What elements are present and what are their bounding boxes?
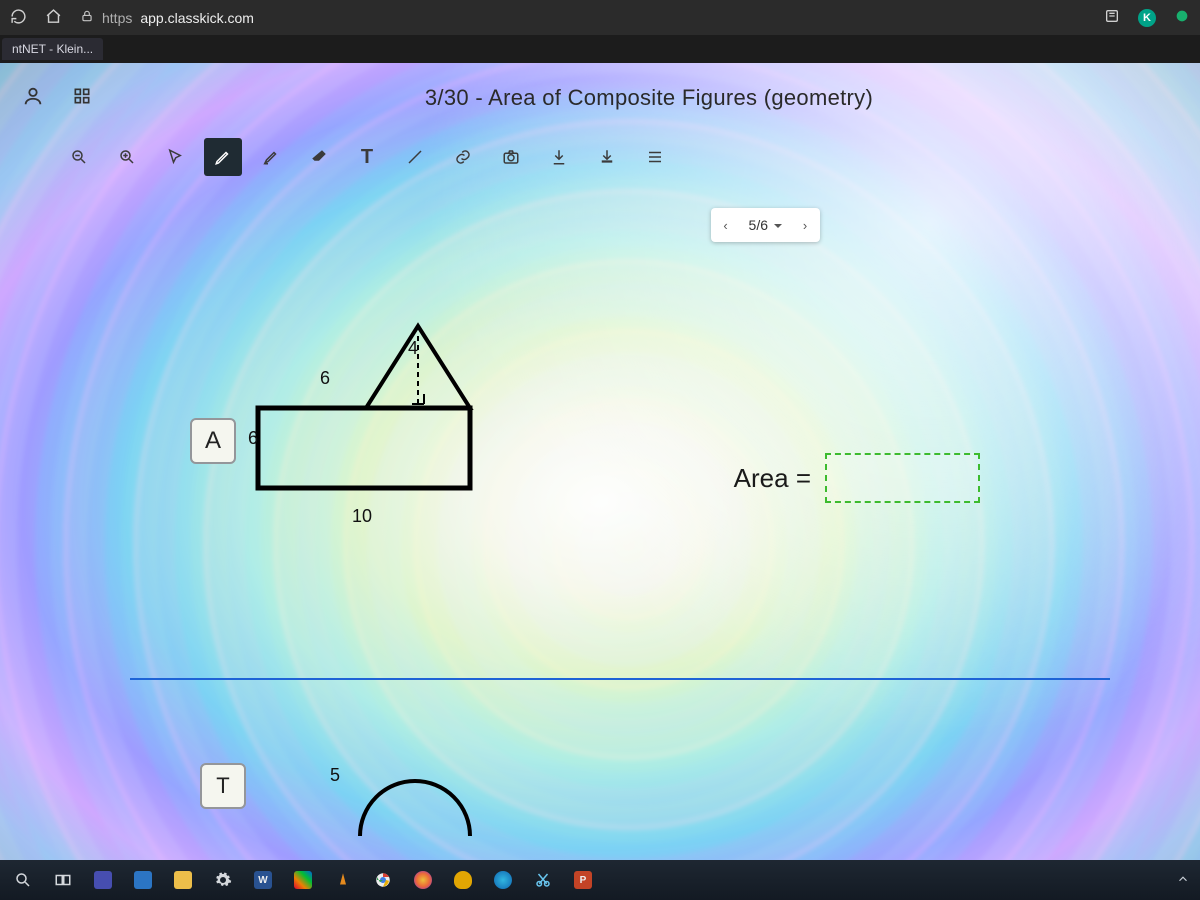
tiles-icon[interactable] bbox=[290, 867, 316, 893]
lock-icon bbox=[80, 9, 94, 26]
task-view-icon[interactable] bbox=[50, 867, 76, 893]
line-tool[interactable] bbox=[396, 138, 434, 176]
problem-t-figure: T 5 bbox=[200, 763, 246, 809]
classkick-canvas: 3/30 - Area of Composite Figures (geomet… bbox=[0, 63, 1200, 860]
next-page-button[interactable]: › bbox=[790, 218, 820, 233]
text-tool[interactable]: T bbox=[348, 138, 386, 176]
address-bar[interactable]: https app.classkick.com bbox=[80, 9, 254, 26]
firefox-icon[interactable] bbox=[410, 867, 436, 893]
dimension-tri-height: 4 bbox=[408, 338, 418, 359]
folder-icon[interactable] bbox=[170, 867, 196, 893]
chrome-icon[interactable] bbox=[370, 867, 396, 893]
pointer-tool[interactable] bbox=[156, 138, 194, 176]
page-indicator: 5/6 bbox=[749, 217, 768, 233]
import-tool[interactable] bbox=[540, 138, 578, 176]
problem-t-badge: T bbox=[200, 763, 246, 809]
zoom-in-tool[interactable] bbox=[108, 138, 146, 176]
tab-title: ntNET - Klein... bbox=[12, 42, 93, 56]
page-navigator: ‹ 5/6 › bbox=[711, 208, 820, 242]
settings-icon[interactable] bbox=[210, 867, 236, 893]
dimension-rect-width: 10 bbox=[352, 506, 372, 527]
assignment-title: 3/30 - Area of Composite Figures (geomet… bbox=[120, 85, 1178, 111]
word-icon[interactable]: W bbox=[250, 867, 276, 893]
powerpoint-icon[interactable]: P bbox=[570, 867, 596, 893]
explorer-icon[interactable] bbox=[130, 867, 156, 893]
dimension-slant: 6 bbox=[320, 368, 330, 389]
reader-icon[interactable] bbox=[1104, 8, 1120, 27]
prev-page-button[interactable]: ‹ bbox=[711, 218, 741, 233]
pen-tool[interactable] bbox=[204, 138, 242, 176]
dimension-t-left: 5 bbox=[330, 765, 340, 786]
refresh-icon[interactable] bbox=[10, 8, 27, 28]
layers-tool[interactable] bbox=[636, 138, 674, 176]
edge-icon[interactable] bbox=[490, 867, 516, 893]
browser-tabstrip: ntNET - Klein... bbox=[0, 35, 1200, 63]
windows-taskbar: W P bbox=[0, 860, 1200, 900]
grid-icon[interactable] bbox=[72, 86, 92, 111]
url-host: app.classkick.com bbox=[140, 10, 254, 26]
house-shape-icon bbox=[248, 318, 478, 508]
vlc-icon[interactable] bbox=[330, 867, 356, 893]
show-hidden-icons[interactable] bbox=[1176, 872, 1190, 889]
browser-toolbar: https app.classkick.com K bbox=[0, 0, 1200, 35]
highlighter-tool[interactable] bbox=[252, 138, 290, 176]
teams-icon[interactable] bbox=[90, 867, 116, 893]
search-icon[interactable] bbox=[10, 867, 36, 893]
tool-toolbar: T bbox=[0, 133, 1200, 181]
profile-badge[interactable]: K bbox=[1138, 9, 1156, 27]
problem-a-badge: A bbox=[190, 418, 236, 464]
extensions-icon[interactable] bbox=[1174, 8, 1190, 27]
dimension-rect-height: 6 bbox=[248, 428, 258, 449]
answer-input[interactable] bbox=[825, 453, 980, 503]
app-header: 3/30 - Area of Composite Figures (geomet… bbox=[0, 63, 1200, 133]
chevron-down-icon bbox=[774, 217, 782, 233]
browser-tab[interactable]: ntNET - Klein... bbox=[2, 38, 103, 60]
folder-tool[interactable] bbox=[588, 138, 626, 176]
answer-region: Area = bbox=[734, 453, 980, 503]
eraser-tool[interactable] bbox=[300, 138, 338, 176]
camera-tool[interactable] bbox=[492, 138, 530, 176]
snip-icon[interactable] bbox=[530, 867, 556, 893]
link-tool[interactable] bbox=[444, 138, 482, 176]
zoom-out-tool[interactable] bbox=[60, 138, 98, 176]
home-icon[interactable] bbox=[45, 8, 62, 28]
semicircle-icon bbox=[340, 768, 490, 838]
section-divider bbox=[130, 678, 1110, 680]
answer-label: Area = bbox=[734, 463, 811, 494]
page-selector[interactable]: 5/6 bbox=[741, 217, 790, 233]
url-protocol: https bbox=[102, 10, 132, 26]
account-icon[interactable] bbox=[22, 85, 44, 112]
onedrive-icon[interactable] bbox=[450, 867, 476, 893]
